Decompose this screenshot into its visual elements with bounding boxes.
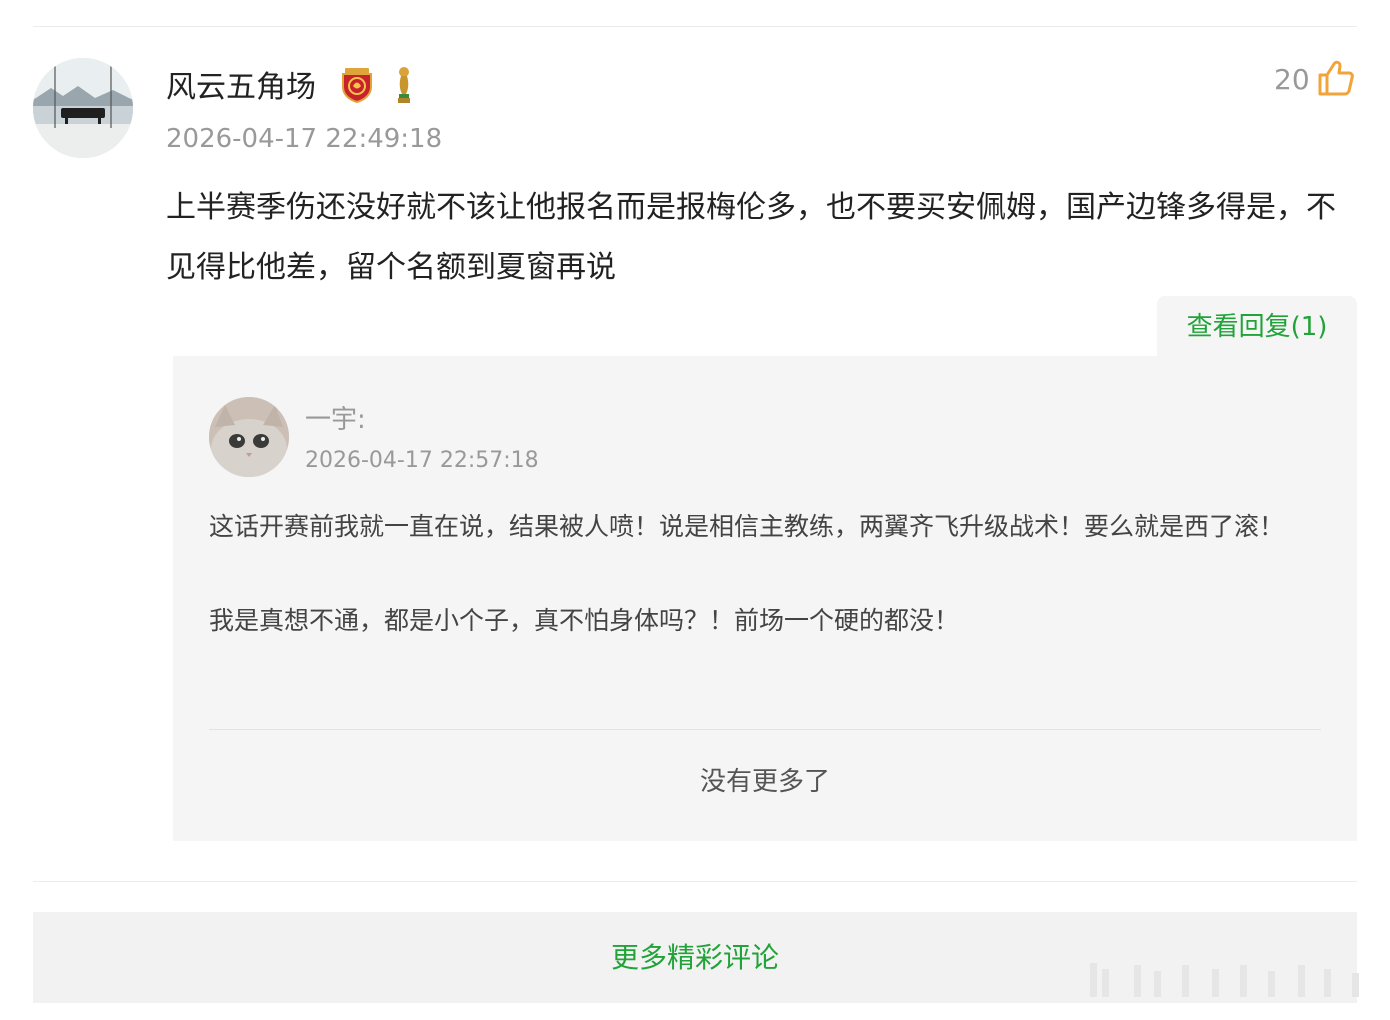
- reply-paragraph: 我是真想不通，都是小个子，真不怕身体吗？！前场一个硬的都没！: [209, 606, 960, 635]
- reply-timestamp: 2026-04-17 22:57:18: [305, 448, 539, 473]
- cat-avatar-image: [209, 397, 289, 477]
- more-comments-label: 更多精彩评论: [610, 941, 779, 974]
- like-button[interactable]: 20: [1274, 56, 1356, 104]
- watermark-bars-icon: [1062, 955, 1382, 1007]
- reply-divider: [209, 729, 1321, 730]
- like-count: 20: [1274, 63, 1310, 96]
- trophy-icon: [394, 66, 414, 108]
- view-replies-link[interactable]: 查看回复(1): [1157, 303, 1357, 351]
- reply-avatar[interactable]: [209, 397, 289, 477]
- reply-username[interactable]: 一宇:: [305, 402, 366, 438]
- thumbs-up-icon: [1316, 58, 1356, 102]
- commenter-avatar[interactable]: [33, 58, 133, 158]
- avatar-image: [33, 58, 133, 158]
- user-badges: [340, 66, 414, 108]
- comment-body: 上半赛季伤还没好就不该让他报名而是报梅伦多，也不要买安佩姆，国产边锋多得是，不见…: [166, 190, 1336, 285]
- top-divider: [33, 26, 1357, 27]
- reply-paragraph: 这话开赛前我就一直在说，结果被人喷！说是相信主教练，两翼齐飞升级战术！要么就是西…: [209, 512, 1285, 541]
- no-more-replies: 没有更多了: [699, 767, 830, 797]
- commenter-username[interactable]: 风云五角场: [166, 66, 316, 110]
- bottom-divider: [33, 881, 1357, 882]
- comment-timestamp: 2026-04-17 22:49:18: [166, 124, 443, 154]
- club-shield-icon: [340, 67, 374, 107]
- reply-body: 这话开赛前我就一直在说，结果被人喷！说是相信主教练，两翼齐飞升级战术！要么就是西…: [209, 503, 1319, 644]
